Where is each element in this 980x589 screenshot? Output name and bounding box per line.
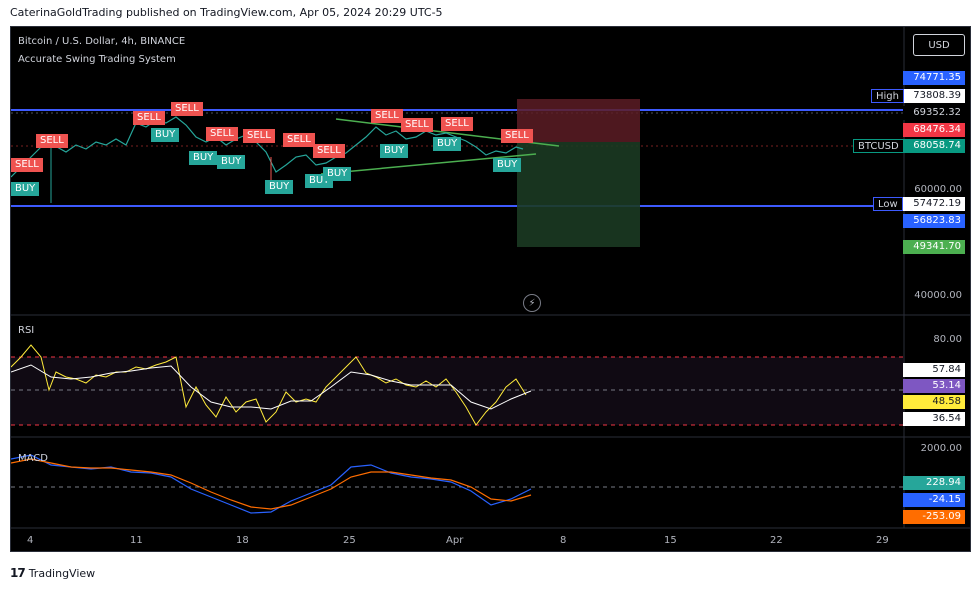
- time-axis-tick: 15: [664, 535, 677, 546]
- footer-brand-text: TradingView: [28, 566, 96, 580]
- sell-signal: SELL: [206, 127, 238, 141]
- publisher-caption: CaterinaGoldTrading published on Trading…: [10, 6, 443, 19]
- sell-signal: SELL: [36, 134, 68, 148]
- buy-signal: BUY: [265, 180, 294, 194]
- buy-signal: BUY: [433, 137, 462, 151]
- stop-loss-zone: [517, 99, 640, 142]
- footer-brand[interactable]: 17 TradingView: [10, 566, 95, 580]
- buy-signal: BUY: [380, 144, 409, 158]
- indicator-title[interactable]: Accurate Swing Trading System: [18, 54, 176, 65]
- price-label: 69352.32: [903, 106, 965, 120]
- macd-value: -24.15: [903, 493, 965, 507]
- lightning-icon[interactable]: ⚡: [523, 294, 541, 312]
- time-axis-tick: 22: [770, 535, 783, 546]
- symbol-price-tag: BTCUSD: [853, 139, 904, 153]
- signal-line: [11, 458, 532, 510]
- macd-axis-tick: 2000.00: [920, 443, 962, 454]
- sell-signal: SELL: [283, 133, 315, 147]
- price-label: 56823.83: [903, 214, 965, 228]
- macd-value: 228.94: [903, 476, 965, 490]
- low-tag: Low: [873, 197, 903, 211]
- currency-button[interactable]: USD: [913, 34, 965, 56]
- symbol-title[interactable]: Bitcoin / U.S. Dollar, 4h, BINANCE: [18, 36, 185, 47]
- time-axis-tick: 29: [876, 535, 889, 546]
- buy-signal: BUY: [151, 128, 180, 142]
- rsi-value: 53.14: [903, 379, 965, 393]
- time-axis-tick: 4: [27, 535, 34, 546]
- macd-line: [11, 454, 532, 514]
- price-label: 74771.35: [903, 71, 965, 85]
- price-label: 73808.39: [903, 89, 965, 103]
- buy-signal: BUY: [493, 158, 522, 172]
- tradingview-logo-icon: 17: [10, 566, 26, 580]
- take-profit-zone: [517, 142, 640, 247]
- sell-signal: SELL: [133, 111, 165, 125]
- buy-signal: BUY: [11, 182, 40, 196]
- price-axis-tick: 40000.00: [914, 290, 962, 301]
- rsi-value: 57.84: [903, 363, 965, 377]
- macd-value: -253.09: [903, 510, 965, 524]
- rsi-value: 36.54: [903, 412, 965, 426]
- buy-signal: BUY: [217, 155, 246, 169]
- price-label: 49341.70: [903, 240, 965, 254]
- rsi-label[interactable]: RSI: [18, 325, 34, 336]
- high-tag: High: [871, 89, 904, 103]
- sell-signal: SELL: [313, 144, 345, 158]
- buy-signal: BUY: [189, 151, 218, 165]
- sell-signal: SELL: [401, 118, 433, 132]
- sell-signal: SELL: [371, 109, 403, 123]
- price-label: 57472.19: [903, 197, 965, 211]
- sell-signal: SELL: [243, 129, 275, 143]
- time-axis-tick: 18: [236, 535, 249, 546]
- sell-signal: SELL: [441, 117, 473, 131]
- macd-label[interactable]: MACD: [18, 453, 48, 464]
- sell-signal: SELL: [11, 158, 43, 172]
- sell-signal: SELL: [171, 102, 203, 116]
- price-label: 68058.74: [903, 139, 965, 153]
- chart-panel[interactable]: Bitcoin / U.S. Dollar, 4h, BINANCE Accur…: [10, 26, 971, 552]
- sell-signal: SELL: [501, 129, 533, 143]
- time-axis-tick: 8: [560, 535, 567, 546]
- time-axis-tick: Apr: [446, 535, 464, 546]
- time-axis-tick: 25: [343, 535, 356, 546]
- price-axis-tick: 60000.00: [914, 184, 962, 195]
- time-axis-tick: 11: [130, 535, 143, 546]
- price-label: 68476.34: [903, 123, 965, 137]
- rsi-axis-tick: 80.00: [933, 334, 962, 345]
- chart-canvas: [11, 27, 970, 529]
- buy-signal: BUY: [323, 167, 352, 181]
- rsi-value: 48.58: [903, 395, 965, 409]
